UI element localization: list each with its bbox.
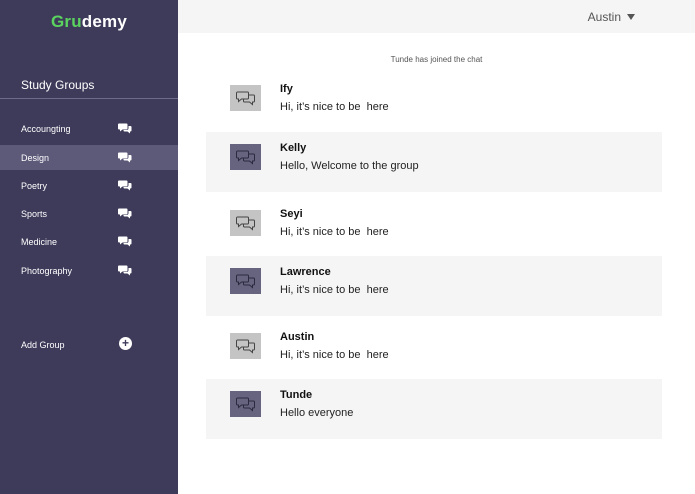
- sidebar-item-poetry[interactable]: Poetry: [0, 173, 178, 198]
- sidebar-item-medicine[interactable]: Medicine: [0, 229, 178, 254]
- system-message: Tunde has joined the chat: [390, 55, 483, 64]
- message-author: Tunde: [280, 389, 313, 401]
- sidebar-item-label: Poetry: [21, 180, 48, 191]
- sidebar-divider: [0, 98, 178, 99]
- plus-circle-icon: +: [119, 337, 132, 350]
- chat-bubbles-icon: [235, 274, 255, 289]
- sidebar-item-photography[interactable]: Photography: [0, 258, 178, 283]
- caret-down-icon: [627, 14, 635, 20]
- study-groups-title: Study Groups: [21, 78, 95, 92]
- chat-bubbles-icon: [235, 339, 255, 354]
- chat-message: Seyi Hi, it’s nice to be here: [206, 198, 662, 258]
- chat-bubbles-icon: [235, 216, 255, 231]
- chat-bubbles-icon: [118, 208, 132, 219]
- sidebar-item-accoungting[interactable]: Accoungting: [0, 116, 178, 141]
- logo-rest: demy: [81, 12, 128, 31]
- logo-accent: Gru: [50, 12, 82, 31]
- app-logo[interactable]: Grudemy: [0, 12, 178, 32]
- sidebar-item-label: Medicine: [21, 236, 58, 247]
- avatar: [230, 210, 261, 236]
- chat-message: Tunde Hello everyone: [206, 379, 662, 439]
- sidebar-item-sports[interactable]: Sports: [0, 201, 178, 226]
- chat-message: Austin Hi, it’s nice to be here: [206, 321, 662, 381]
- chat-bubbles-icon: [118, 265, 132, 276]
- chat-message: Kelly Hello, Welcome to the group: [206, 132, 662, 192]
- message-text: Hi, it’s nice to be here: [280, 226, 389, 238]
- sidebar-item-label: Design: [21, 152, 50, 163]
- message-text: Hi, it’s nice to be here: [280, 349, 389, 361]
- message-author: Ify: [280, 83, 293, 95]
- user-name: Austin: [587, 10, 621, 24]
- chat-bubbles-icon: [118, 152, 132, 163]
- message-text: Hi, it’s nice to be here: [280, 101, 389, 113]
- message-text: Hello everyone: [280, 407, 354, 419]
- avatar: [230, 391, 261, 417]
- message-author: Seyi: [280, 208, 303, 220]
- avatar: [230, 144, 261, 170]
- chat-bubbles-icon: [235, 397, 255, 412]
- chat-message: Ify Hi, it’s nice to be here: [206, 73, 662, 133]
- message-author: Austin: [280, 331, 315, 343]
- message-text: Hi, it’s nice to be here: [280, 284, 389, 296]
- chat-bubbles-icon: [118, 180, 132, 191]
- add-group-label: Add Group: [21, 340, 65, 350]
- chat-bubbles-icon: [118, 123, 132, 134]
- sidebar: Grudemy Study Groups Accoungting Design …: [0, 0, 178, 494]
- avatar: [230, 268, 261, 294]
- avatar: [230, 333, 261, 359]
- chat-bubbles-icon: [235, 91, 255, 106]
- sidebar-item-design[interactable]: Design: [0, 145, 178, 170]
- avatar: [230, 85, 261, 111]
- sidebar-item-label: Accoungting: [21, 123, 71, 134]
- message-author: Kelly: [280, 142, 307, 154]
- chat-bubbles-icon: [235, 150, 255, 165]
- top-bar: Austin: [178, 0, 695, 33]
- sidebar-item-label: Sports: [21, 208, 48, 219]
- chat-message: Lawrence Hi, it’s nice to be here: [206, 256, 662, 316]
- message-author: Lawrence: [280, 266, 331, 278]
- user-menu[interactable]: Austin: [588, 10, 635, 24]
- sidebar-item-label: Photography: [21, 265, 73, 276]
- chat-bubbles-icon: [118, 236, 132, 247]
- add-group-button[interactable]: Add Group +: [0, 333, 178, 357]
- message-text: Hello, Welcome to the group: [280, 160, 419, 172]
